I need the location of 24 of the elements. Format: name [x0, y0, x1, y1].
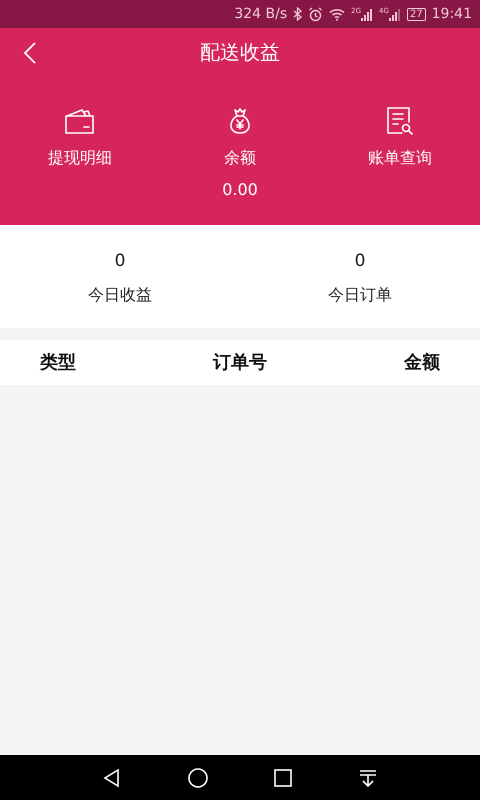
page-title: 配送收益: [200, 39, 280, 66]
notification-pull-icon[interactable]: [358, 768, 378, 788]
clock: 19:41: [432, 4, 472, 24]
network-speed: 324 B/s: [234, 4, 288, 24]
recents-icon[interactable]: [273, 768, 294, 788]
alarm-icon: [308, 6, 324, 22]
stat-label: 今日订单: [328, 284, 392, 306]
home-icon[interactable]: [186, 766, 209, 788]
wallet-icon: [64, 108, 96, 136]
wifi-icon: [329, 8, 346, 20]
column-header: 类型: [40, 351, 76, 375]
action-button[interactable]: 余额 0.00: [160, 106, 320, 202]
signal-icon: [361, 8, 374, 20]
document-search-icon: [385, 106, 415, 136]
action-button[interactable]: 账单查询: [320, 106, 480, 202]
stat-label: 今日收益: [88, 284, 152, 306]
column-header: 订单号: [213, 351, 267, 375]
action-button[interactable]: 提现明细: [0, 106, 160, 202]
signal-icon: [388, 8, 401, 20]
battery-indicator: 27: [406, 8, 426, 20]
bluetooth-icon: [293, 7, 302, 21]
column-header: 金额: [404, 351, 440, 375]
stat-value: 0: [354, 250, 366, 273]
stat-value: 0: [114, 250, 126, 273]
